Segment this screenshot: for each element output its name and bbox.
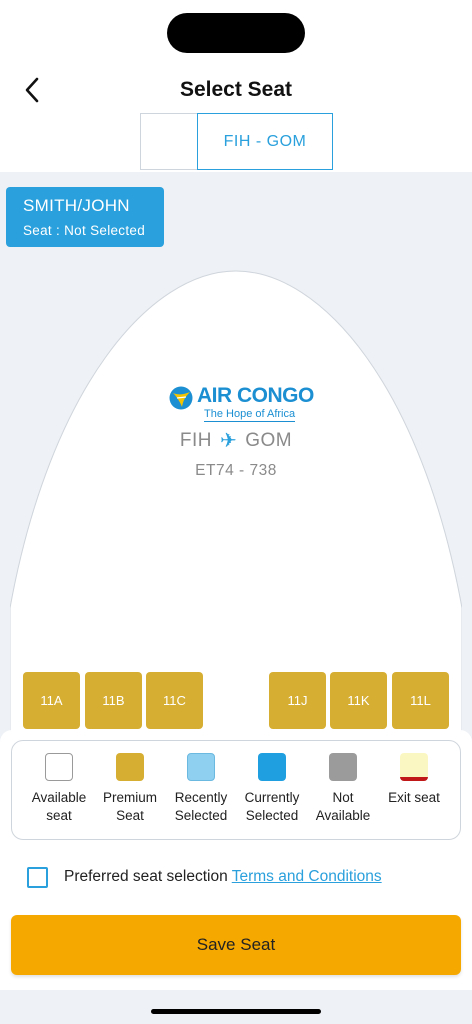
seat-11k[interactable]: 11K bbox=[330, 672, 387, 729]
legend-currently-selected: Currently Selected bbox=[232, 753, 312, 825]
flight-number: ET74 - 738 bbox=[195, 462, 277, 479]
seat-11l[interactable]: 11L bbox=[392, 672, 449, 729]
route-origin: FIH bbox=[179, 429, 212, 451]
preferred-seat-label: Preferred seat selection bbox=[64, 868, 228, 885]
legend-label: Premium Seat bbox=[102, 790, 157, 823]
legend-premium: Premium Seat bbox=[90, 753, 170, 825]
home-indicator bbox=[151, 1009, 321, 1014]
airline-name: AIR CONGO bbox=[197, 384, 314, 407]
route: FIH ✈ GOM bbox=[0, 428, 472, 453]
seat-11j[interactable]: 11J bbox=[269, 672, 326, 729]
not-available-swatch bbox=[329, 753, 357, 781]
legend-label: Not Available bbox=[315, 790, 371, 823]
page-title: Select Seat bbox=[179, 78, 293, 101]
passenger-name: SMITH/JOHN bbox=[23, 196, 130, 215]
flight-segment-tabs: FIH - GOM bbox=[140, 113, 333, 170]
premium-seat-swatch bbox=[116, 753, 144, 781]
seat-11a[interactable]: 11A bbox=[23, 672, 80, 729]
legend-exit-seat: Exit seat bbox=[374, 753, 454, 807]
segment-tab-empty[interactable] bbox=[140, 113, 197, 170]
segment-tab-fih-gom[interactable]: FIH - GOM bbox=[197, 113, 333, 170]
currently-selected-swatch bbox=[258, 753, 286, 781]
legend-label: Exit seat bbox=[388, 790, 440, 805]
legend-label: Currently Selected bbox=[244, 790, 300, 823]
recently-selected-swatch bbox=[187, 753, 215, 781]
legend-label: Recently Selected bbox=[174, 790, 228, 823]
exit-seat-swatch bbox=[400, 753, 428, 781]
legend-not-available: Not Available bbox=[303, 753, 383, 825]
terms-link[interactable]: Terms and Conditions bbox=[232, 868, 382, 885]
preferred-seat-text: Preferred seat selection Terms and Condi… bbox=[64, 868, 382, 886]
seat-legend: Available seat Premium Seat Recently Sel… bbox=[11, 740, 461, 840]
airline-tagline: The Hope of Africa bbox=[204, 408, 296, 422]
passenger-card[interactable]: SMITH/JOHN Seat : Not Selected bbox=[6, 187, 164, 247]
airplane-icon: ✈ bbox=[219, 430, 238, 452]
available-seat-swatch bbox=[45, 753, 73, 781]
save-seat-button[interactable]: Save Seat bbox=[11, 915, 461, 975]
legend-label: Available seat bbox=[31, 790, 87, 823]
dynamic-island bbox=[167, 13, 305, 53]
preferred-seat-checkbox[interactable] bbox=[27, 867, 48, 888]
legend-available: Available seat bbox=[19, 753, 99, 825]
passenger-seat-status: Seat : Not Selected bbox=[23, 223, 146, 238]
legend-recently-selected: Recently Selected bbox=[161, 753, 241, 825]
route-destination: GOM bbox=[245, 429, 293, 451]
seat-11b[interactable]: 11B bbox=[85, 672, 142, 729]
seat-11c[interactable]: 11C bbox=[146, 672, 203, 729]
